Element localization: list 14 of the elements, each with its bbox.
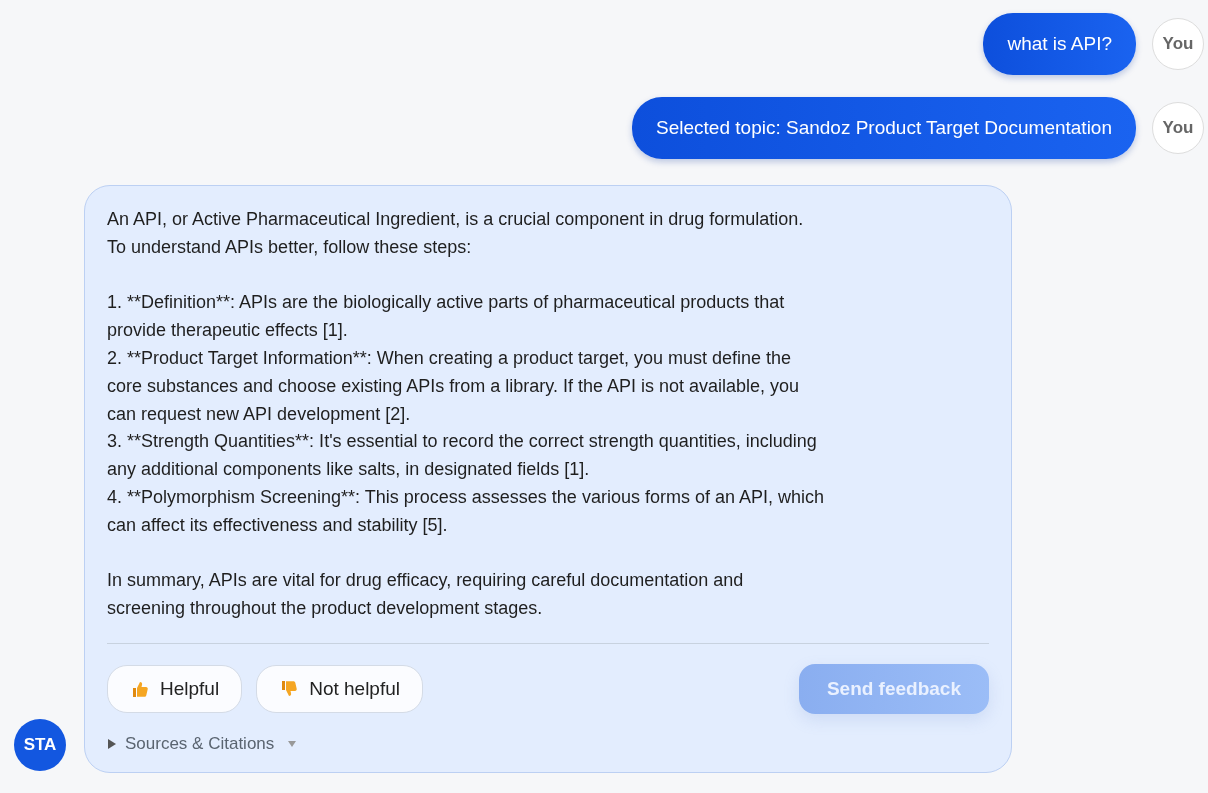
user-message: what is API?: [983, 13, 1136, 75]
answer-paragraph: 1. **Definition**: APIs are the biologically active parts of pharmaceutical products that provide therapeutic effects [1]. 2. **Product Target Information**: When creating a product target, you must define the core substances and choose existing APIs from a library. If the API is not available, you can request new API development [2]. 3. **Strength Quantities**: It's essential to record the correct strength quantities, including any additional components like salts, in designated fields [1]. 4. **Polymorphism Screening**: This process assesses the various forms of an API, which can affect its effectiveness and stability [5].: [107, 291, 825, 537]
expand-triangle-icon: [107, 738, 117, 749]
thumbs-down-icon: [279, 678, 300, 699]
answer-paragraph: An API, or Active Pharmaceutical Ingredient, is a crucial component in drug formulation. To understand APIs better, follow these steps:: [107, 208, 805, 259]
answer-paragraph: In summary, APIs are vital for drug efficacy, requiring careful documentation and screening throughout the product development stages.: [107, 569, 745, 621]
dropdown-caret-icon: [288, 740, 297, 747]
helpful-button[interactable]: Helpful: [107, 664, 243, 713]
sources-toggle[interactable]: Sources & Citations: [107, 733, 297, 754]
assistant-avatar: STA: [14, 718, 66, 771]
user-avatar: You: [1152, 18, 1204, 70]
user-avatar: You: [1152, 102, 1204, 154]
user-message: Selected topic: Sandoz Product Target Documentation: [632, 97, 1136, 159]
not-helpful-button[interactable]: Not helpful: [256, 664, 423, 713]
